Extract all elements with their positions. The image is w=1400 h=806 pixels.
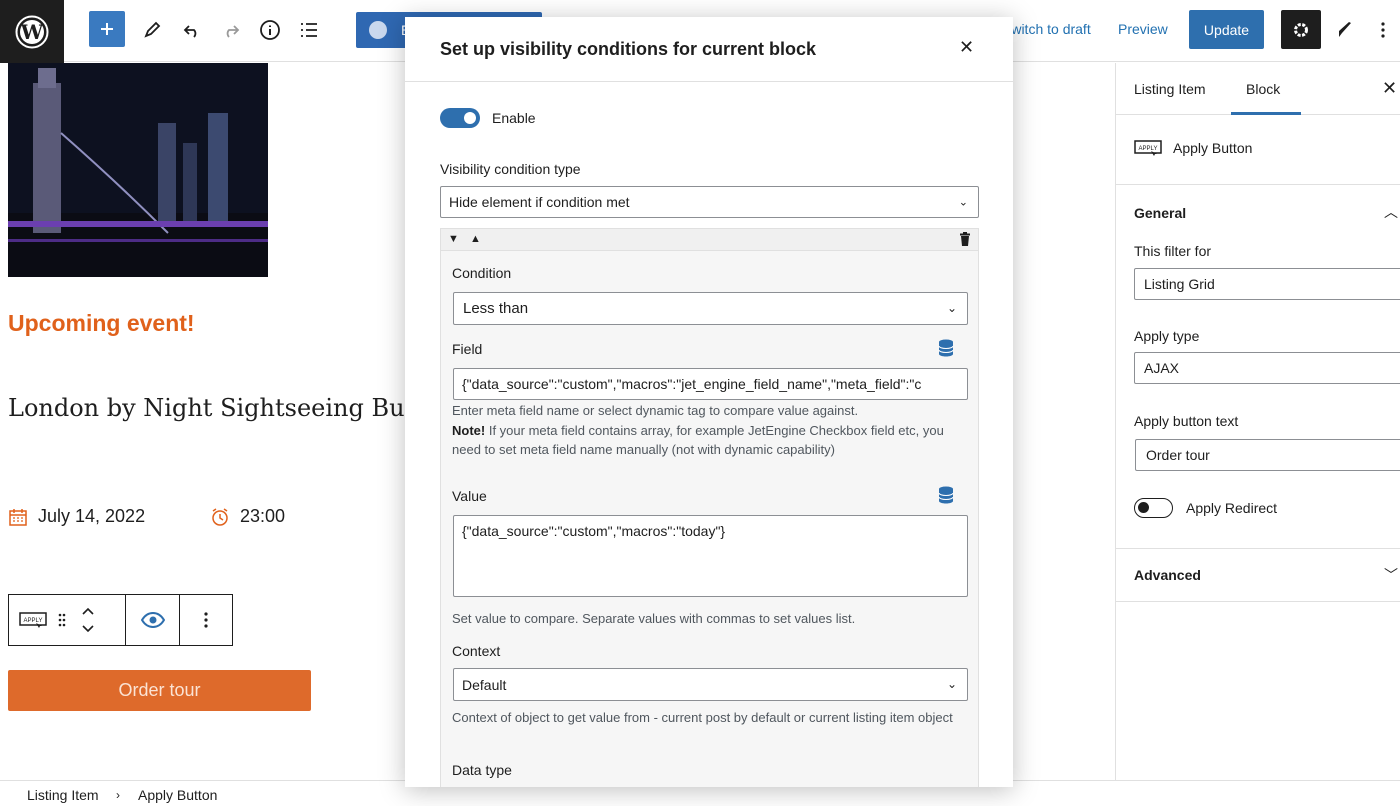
visibility-type-label: Visibility condition type [440, 161, 581, 177]
context-label: Context [452, 643, 501, 659]
condition-label: Condition [452, 265, 512, 281]
value-label: Value [452, 488, 487, 504]
visibility-conditions-modal: Set up visibility conditions for current… [405, 17, 1013, 787]
field-input[interactable]: {"data_source":"custom","macros":"jet_en… [453, 368, 968, 400]
trash-icon[interactable] [959, 232, 971, 246]
field-help: Enter meta field name or select dynamic … [452, 403, 859, 418]
field-note: If your meta field contains array, for e… [452, 422, 944, 458]
close-icon[interactable]: ✕ [959, 37, 974, 58]
value-value: {"data_source":"custom","macros":"today"… [462, 523, 726, 539]
modal-title: Set up visibility conditions for current… [440, 39, 817, 59]
field-value: {"data_source":"custom","macros":"jet_en… [462, 376, 922, 392]
visibility-type-value: Hide element if condition met [449, 194, 630, 210]
database-icon[interactable] [938, 486, 954, 504]
chevron-down-icon: ⌄ [958, 196, 968, 209]
field-label: Field [452, 341, 483, 357]
condition-value: Less than [463, 300, 529, 317]
move-up-icon[interactable]: ▲ [470, 233, 481, 245]
condition-group-header: ▼ ▲ [441, 229, 978, 251]
chevron-down-icon: ⌄ [946, 677, 957, 691]
condition-select[interactable]: Less than ⌄ [453, 292, 968, 325]
database-icon[interactable] [938, 339, 954, 357]
chevron-down-icon: ⌄ [946, 301, 957, 315]
context-select[interactable]: Default ⌄ [453, 668, 968, 701]
data-type-label: Data type [452, 762, 512, 778]
context-value: Default [462, 676, 507, 693]
enable-label: Enable [492, 110, 536, 126]
context-help: Context of object to get value from - cu… [452, 710, 953, 725]
collapse-down-icon[interactable]: ▼ [448, 233, 459, 245]
value-help: Set value to compare. Separate values wi… [452, 611, 856, 626]
enable-toggle[interactable] [440, 108, 480, 128]
toggle-knob [464, 112, 476, 124]
field-help-text: Enter meta field name or select dynamic … [452, 401, 967, 460]
visibility-type-select[interactable]: Hide element if condition met ⌄ [440, 186, 979, 218]
modal-header: Set up visibility conditions for current… [405, 17, 1013, 82]
field-note-bold: Note! [452, 422, 486, 438]
condition-group: ▼ ▲ Condition Less than ⌄ Field {"data_s… [440, 228, 979, 787]
value-textarea[interactable]: {"data_source":"custom","macros":"today"… [453, 515, 968, 597]
